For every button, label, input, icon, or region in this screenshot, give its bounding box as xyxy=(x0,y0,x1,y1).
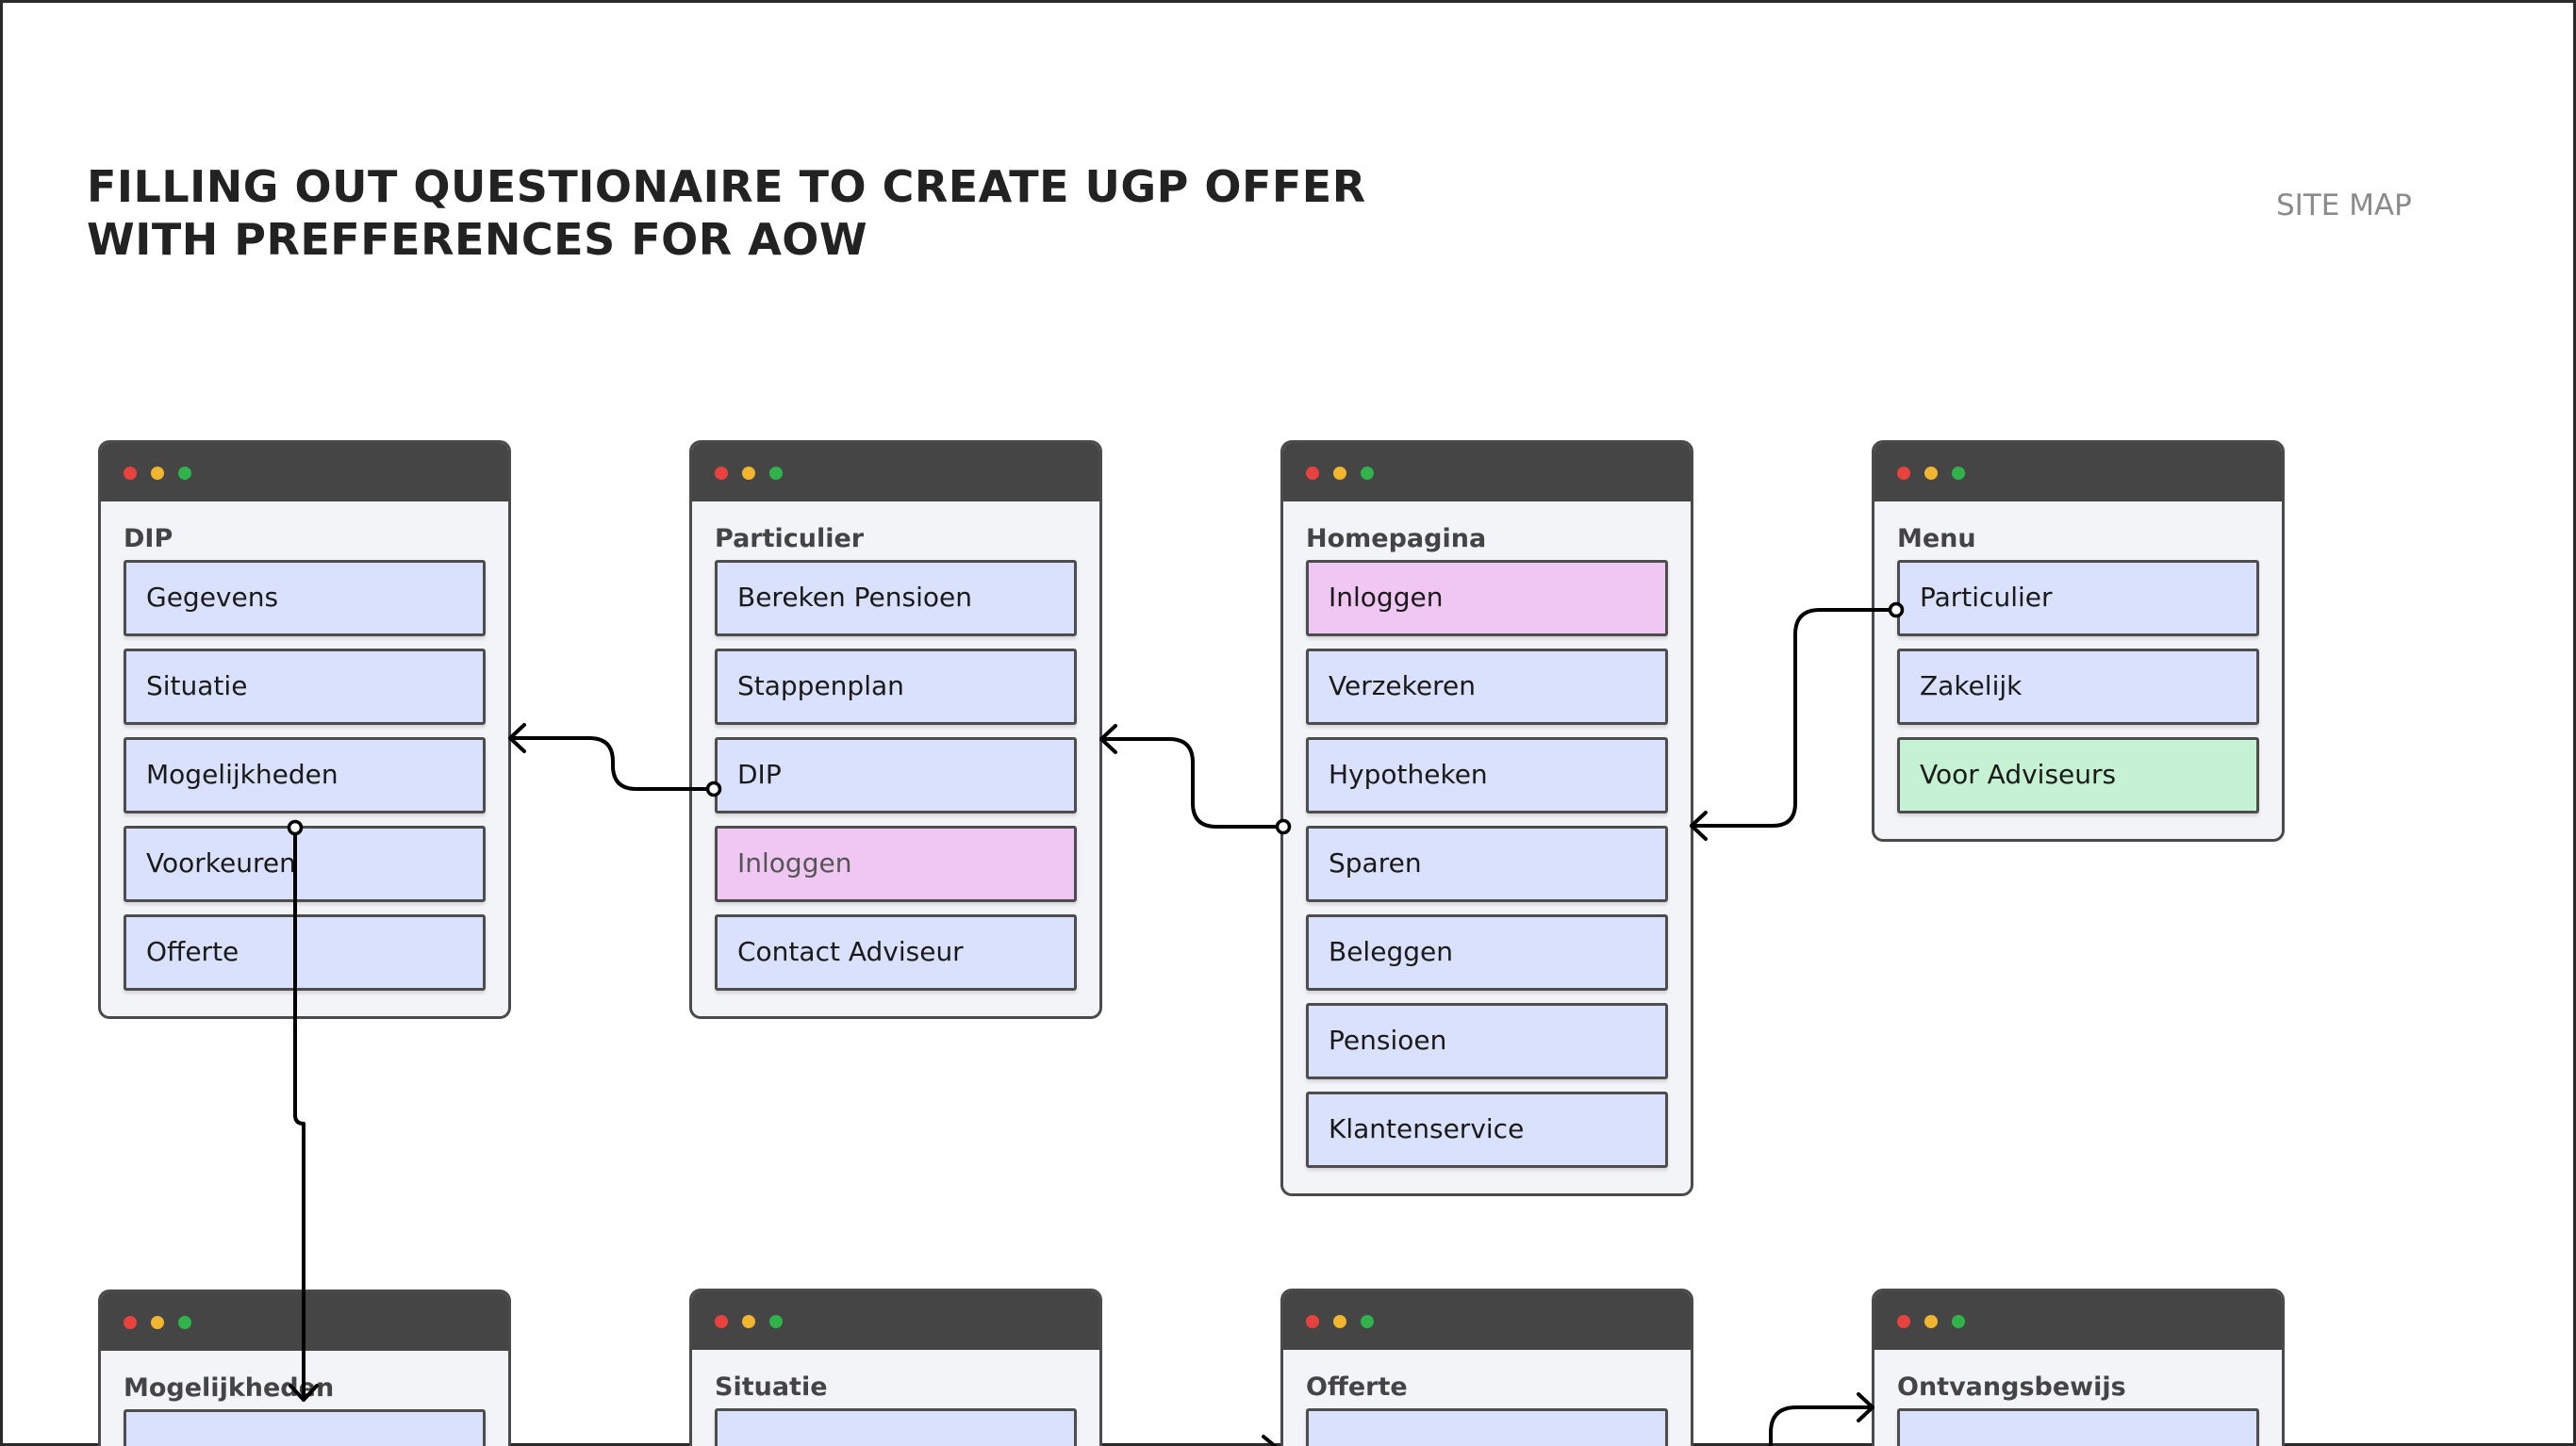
connector-offerte-to-ontvangsbewijs xyxy=(1769,1405,1874,1446)
connector-particulier-to-dip xyxy=(508,736,716,791)
arrowhead-icon xyxy=(1262,1435,1277,1446)
connector-anchor-icon xyxy=(705,781,722,797)
connector-homepagina-to-particulier xyxy=(1099,737,1284,829)
connector-anchor-icon xyxy=(287,819,304,836)
connector-dip-to-mogelijkheden xyxy=(293,826,305,1402)
connector-layer xyxy=(287,601,1905,1446)
connector-anchor-icon xyxy=(1275,818,1292,835)
connector-menu-to-homepagina xyxy=(1690,608,1898,828)
connector-anchor-icon xyxy=(1888,601,1905,618)
